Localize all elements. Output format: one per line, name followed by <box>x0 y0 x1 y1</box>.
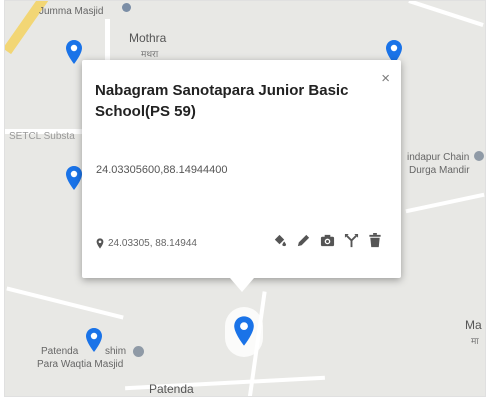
trash-icon[interactable] <box>367 231 383 249</box>
map-label-ma-local: मा <box>471 336 479 346</box>
map-label-mothra-local: मथरा <box>141 49 159 59</box>
map-label-jumma-masjid: Jumma Masjid <box>39 6 104 17</box>
map-label-patenda: Patenda <box>149 382 194 396</box>
map-label-patenda-masjid: Para Waqtia Masjid <box>37 359 124 370</box>
map-label-chaindapur: indapur Chain <box>407 152 470 163</box>
camera-icon[interactable] <box>319 231 335 249</box>
popup-title: Nabagram Sanotapara Junior Basic School(… <box>95 82 349 120</box>
map-road <box>6 286 124 320</box>
map-label-patenda-mosque: Patenda <box>41 346 79 357</box>
info-popup: × Nabagram Sanotapara Junior Basic Schoo… <box>82 60 401 292</box>
close-icon[interactable]: × <box>381 70 390 87</box>
popup-footer-location: 24.03305, 88.14944 <box>96 238 197 249</box>
map-label-setcl: SETCL Substa <box>9 131 75 142</box>
map-label-ma: Ma <box>465 318 482 332</box>
map-road <box>105 19 110 63</box>
mosque-poi-icon <box>122 3 131 12</box>
location-pin-icon <box>96 238 104 249</box>
temple-poi-icon <box>474 151 484 161</box>
map-road <box>405 192 485 214</box>
location-pin-icon[interactable] <box>85 327 103 353</box>
popup-coordinates: 24.03305600,88.14944400 <box>96 164 228 176</box>
route-fork-icon[interactable] <box>343 231 359 249</box>
mosque-poi-icon <box>133 346 144 357</box>
map-label-patenda-mosque-b: shim <box>105 346 127 357</box>
location-pin-icon[interactable] <box>65 165 83 191</box>
popup-toolbar <box>271 231 383 249</box>
popup-footer-coordinates: 24.03305, 88.14944 <box>108 238 197 249</box>
popup-tail <box>230 278 254 292</box>
map-label-mothra: Mothra <box>129 31 167 45</box>
map-label-durga-mandir: Durga Mandir <box>409 165 470 176</box>
pencil-icon[interactable] <box>295 231 311 249</box>
location-pin-icon[interactable] <box>65 39 83 65</box>
map-road <box>408 1 484 27</box>
selected-location-pin-icon[interactable] <box>233 315 255 347</box>
paint-bucket-icon[interactable] <box>271 231 287 249</box>
